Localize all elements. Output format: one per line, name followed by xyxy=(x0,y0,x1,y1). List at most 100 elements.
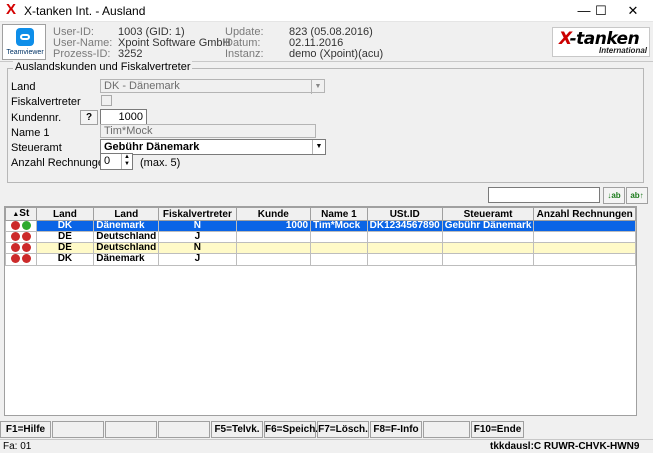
cell-anzahl xyxy=(533,219,636,233)
red-light-icon xyxy=(10,221,20,230)
f2-button[interactable] xyxy=(52,421,104,438)
f1-help-button[interactable]: F1=Hilfe xyxy=(0,421,51,438)
red-light-icon xyxy=(21,243,31,253)
col-header-anzahl[interactable]: Anzahl Rechnungen xyxy=(533,207,636,221)
customer-table: ▲St Land Land Fiskalvertreter Kunde Name… xyxy=(4,206,637,416)
kundennr-input[interactable]: 1000 xyxy=(100,109,147,125)
steueramt-select[interactable]: Gebühr Dänemark ▼ xyxy=(100,139,326,155)
f8-info-button[interactable]: F8=F-Info xyxy=(370,421,422,438)
cell-ustid xyxy=(366,231,443,244)
table-row[interactable]: DK Dänemark N 1000 Tim*Mock DK1234567890… xyxy=(5,219,636,233)
cell-steueramt xyxy=(441,253,535,266)
cell-name1 xyxy=(310,231,368,244)
table-row[interactable]: DK Dänemark J xyxy=(5,253,636,266)
status-indicator xyxy=(5,253,37,266)
anzahl-value: 0 xyxy=(104,155,111,167)
close-button[interactable]: ✕ xyxy=(616,0,650,22)
title-bar: X X-tanken Int. - Ausland — ☐ ✕ xyxy=(0,0,653,22)
kundennr-help-button[interactable]: ? xyxy=(80,110,98,125)
f3-button[interactable] xyxy=(105,421,157,438)
cell-steueramt: Gebühr Dänemark xyxy=(441,219,535,233)
status-right: tkkdausl:C RUWR-CHVK-HWN9 SI xyxy=(490,441,640,452)
cell-name1: Tim*Mock xyxy=(310,219,368,233)
cell-name1 xyxy=(310,242,368,255)
cell-fiskal: N xyxy=(158,219,237,233)
anzahl-rechnungen-label: Anzahl Rechnungen xyxy=(11,157,111,169)
status-indicator xyxy=(5,231,37,244)
cell-land: DK xyxy=(35,253,95,266)
chevron-down-icon[interactable]: ▼ xyxy=(311,80,324,94)
land-value: DK - Dänemark xyxy=(104,80,180,92)
cell-fiskal: N xyxy=(158,242,237,255)
f5-telvk-button[interactable]: F5=Telvk. xyxy=(211,421,263,438)
col-header-land[interactable]: Land xyxy=(35,207,95,221)
red-light-icon xyxy=(10,232,20,242)
app-icon: X xyxy=(6,1,17,18)
name1-field: Tim*Mock xyxy=(100,124,316,138)
f4-button[interactable] xyxy=(158,421,210,438)
name1-label: Name 1 xyxy=(11,127,50,139)
steueramt-label: Steueramt xyxy=(11,142,62,154)
f9-button[interactable] xyxy=(423,421,470,438)
teamviewer-icon xyxy=(16,28,34,46)
table-header-row: ▲St Land Land Fiskalvertreter Kunde Name… xyxy=(5,207,636,221)
fiskalvertreter-label: Fiskalvertreter xyxy=(11,96,81,108)
search-down-button[interactable]: ↓ab xyxy=(603,187,625,204)
green-light-icon xyxy=(21,221,31,230)
cell-kunde xyxy=(235,253,312,266)
col-header-ustid[interactable]: USt.ID xyxy=(366,207,443,221)
cell-land-name: Deutschland xyxy=(93,231,160,244)
cell-kunde xyxy=(235,242,312,255)
f6-save-button[interactable]: F6=Speich. xyxy=(264,421,318,438)
col-header-name1[interactable]: Name 1 xyxy=(310,207,368,221)
anzahl-rechnungen-spinner[interactable]: 0 ▲ ▼ xyxy=(100,153,133,170)
cell-steueramt xyxy=(441,242,535,255)
group-title: Auslandskunden und Fiskalvertreter xyxy=(13,61,193,73)
table-row[interactable]: DE Deutschland J xyxy=(5,231,636,244)
f7-delete-button[interactable]: F7=Lösch. xyxy=(317,421,369,438)
cell-land: DE xyxy=(35,231,95,244)
red-light-icon xyxy=(10,254,20,264)
cell-kunde: 1000 xyxy=(235,219,312,233)
cell-land: DE xyxy=(35,242,95,255)
land-select[interactable]: DK - Dänemark ▼ xyxy=(100,79,325,94)
table-row[interactable]: DE Deutschland N xyxy=(5,242,636,255)
logo-subtitle: International xyxy=(599,46,648,55)
cell-land-name: Dänemark xyxy=(93,253,160,266)
function-key-bar: F1=Hilfe F5=Telvk. F6=Speich. F7=Lösch. … xyxy=(0,421,653,438)
status-indicator xyxy=(5,242,37,255)
window-title: X-tanken Int. - Ausland xyxy=(24,4,146,18)
chevron-down-icon[interactable]: ▼ xyxy=(312,140,325,154)
xtanken-logo: X-tanken International xyxy=(552,27,650,57)
cell-ustid xyxy=(366,242,443,255)
teamviewer-button[interactable]: Teamviewer xyxy=(2,24,46,60)
prozess-id-value: 3252 xyxy=(118,48,143,60)
col-header-kunde[interactable]: Kunde xyxy=(235,207,312,221)
cell-fiskal: J xyxy=(158,253,237,266)
status-bar: Fa: 01 tkkdausl:C RUWR-CHVK-HWN9 SI xyxy=(0,439,653,453)
maximize-button[interactable]: ☐ xyxy=(584,0,618,22)
cell-anzahl xyxy=(533,253,636,266)
cell-land: DK xyxy=(35,219,95,233)
fiskalvertreter-checkbox[interactable] xyxy=(101,95,112,106)
teamviewer-label: Teamviewer xyxy=(6,49,44,56)
anzahl-max-hint: (max. 5) xyxy=(140,157,181,169)
red-light-icon xyxy=(21,254,31,264)
col-header-steueramt[interactable]: Steueramt xyxy=(441,207,535,221)
land-label: Land xyxy=(11,81,36,93)
cell-steueramt xyxy=(441,231,535,244)
cell-ustid: DK1234567890 xyxy=(366,219,443,233)
steueramt-value: Gebühr Dänemark xyxy=(104,141,200,153)
search-input[interactable] xyxy=(488,187,600,203)
spinner-arrows-icon[interactable]: ▲ ▼ xyxy=(121,154,132,169)
col-header-land-name[interactable]: Land xyxy=(93,207,160,221)
cell-anzahl xyxy=(533,231,636,244)
search-up-button[interactable]: ab↑ xyxy=(626,187,648,204)
instanz-value: demo (Xpoint)(acu) xyxy=(289,48,384,60)
cell-name1 xyxy=(310,253,368,266)
status-indicator xyxy=(5,219,37,233)
f10-exit-button[interactable]: F10=Ende xyxy=(471,421,524,438)
col-header-st[interactable]: ▲St xyxy=(5,207,37,221)
col-header-fiskalvertreter[interactable]: Fiskalvertreter xyxy=(158,207,237,221)
prozess-id-label: Prozess-ID: xyxy=(53,48,111,60)
